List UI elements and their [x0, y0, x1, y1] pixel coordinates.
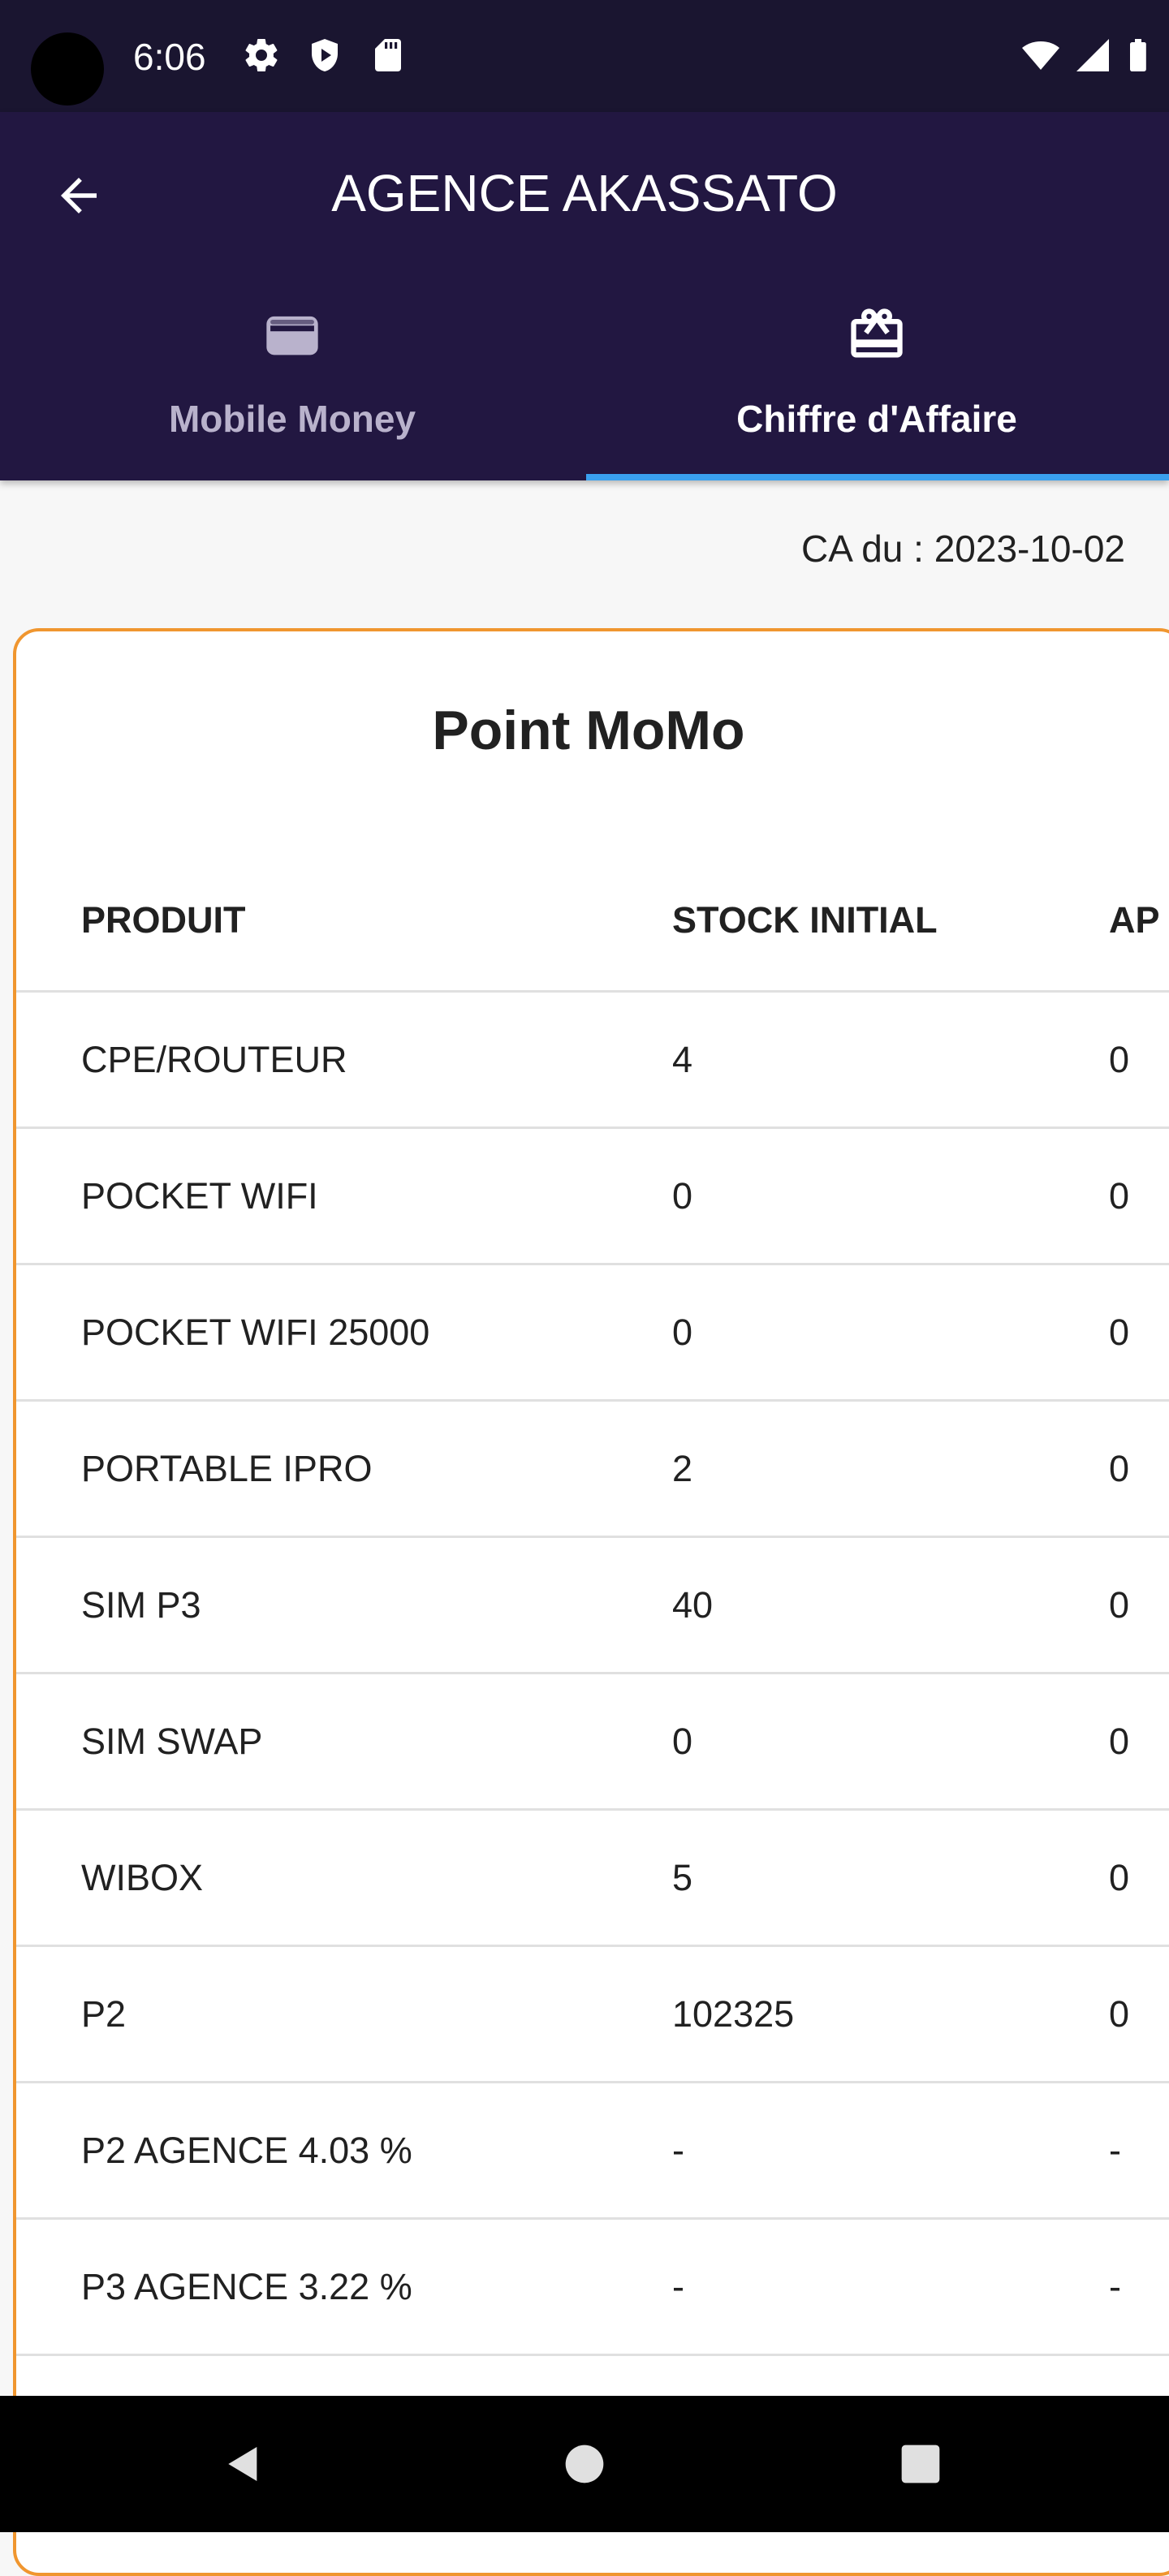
page-title: AGENCE AKASSATO	[331, 164, 838, 222]
tab-mobile-money-icon-wrap	[0, 304, 584, 365]
cell-stock-initial: 0	[672, 1311, 693, 1353]
shield-play-icon	[312, 39, 338, 71]
table-row: POCKET WIFI 0 0	[16, 1129, 1169, 1265]
status-time: 6:06	[133, 36, 206, 78]
cell-stock-initial: 102325	[672, 1992, 795, 2035]
table-row: P2 102325 0	[16, 1947, 1169, 2083]
card-title: Point MoMo	[432, 700, 745, 761]
header-stock-initial: STOCK INITIAL	[672, 899, 938, 941]
revenue-date: CA du : 2023-10-02	[801, 528, 1125, 570]
cell-product: P2	[81, 1992, 127, 2035]
table-header: PRODUIT STOCK INITIAL AP	[16, 839, 1169, 993]
table-row: CPE/ROUTEUR 4 0	[16, 993, 1169, 1129]
home-circle-icon	[565, 2445, 604, 2483]
table-row: SIM SWAP 0 0	[16, 1674, 1169, 1811]
table-row: WIBOX 5 0	[16, 1811, 1169, 1947]
system-nav-bar	[0, 2396, 1169, 2532]
wifi-icon	[1022, 41, 1059, 70]
cell-product: P2 AGENCE 4.03 %	[81, 2129, 412, 2171]
sd-card-icon	[375, 39, 401, 71]
signal-icon	[1076, 39, 1109, 71]
cell-ap: 0	[1109, 1856, 1130, 1898]
cell-ap: 0	[1109, 1720, 1130, 1762]
cell-product: PORTABLE IPRO	[81, 1447, 373, 1489]
tab-mobile-money-label: Mobile Money	[168, 398, 416, 440]
cell-product: POCKET WIFI	[81, 1174, 318, 1217]
cell-product: POCKET WIFI 25000	[81, 1311, 430, 1353]
tab-chiffre-affaire-icon-wrap	[584, 304, 1169, 365]
cell-stock-initial: 4	[672, 1038, 693, 1080]
cell-product: SIM P3	[81, 1583, 201, 1626]
cell-ap: 0	[1109, 1174, 1130, 1217]
nav-home-button[interactable]	[536, 2396, 633, 2532]
cell-ap: 0	[1109, 1992, 1130, 2035]
cell-ap: 0	[1109, 1583, 1130, 1626]
battery-icon	[1130, 39, 1146, 71]
status-bar: 6:06	[0, 0, 1169, 112]
cell-product: WIBOX	[81, 1856, 204, 1898]
wallet-icon	[266, 316, 318, 355]
cell-stock-initial: 40	[672, 1583, 714, 1626]
cell-stock-initial: 2	[672, 1447, 693, 1489]
tab-chiffre-affaire-label: Chiffre d'Affaire	[736, 398, 1017, 440]
table-row: SIM P3 40 0	[16, 1538, 1169, 1674]
cell-ap: 0	[1109, 1447, 1130, 1489]
table-row: P3 AGENCE 3.22 % - -	[16, 2220, 1169, 2356]
cell-ap: -	[1109, 2265, 1121, 2307]
nav-back-button[interactable]	[195, 2396, 292, 2532]
cell-stock-initial: 5	[672, 1856, 693, 1898]
recents-square-icon	[901, 2445, 940, 2483]
table-row: P2 AGENCE 4.03 % - -	[16, 2083, 1169, 2220]
cell-stock-initial: 0	[672, 1720, 693, 1762]
point-momo-card: Point MoMo PRODUIT STOCK INITIAL AP CPE/…	[13, 628, 1169, 2576]
cell-product: CPE/ROUTEUR	[81, 1038, 347, 1080]
gear-icon	[245, 39, 278, 72]
nav-recents-button[interactable]	[872, 2396, 969, 2532]
gift-icon	[851, 308, 903, 358]
cell-stock-initial: -	[672, 2265, 684, 2307]
camera-cutout	[31, 32, 104, 106]
back-triangle-icon	[228, 2447, 257, 2481]
cell-stock-initial: -	[672, 2129, 684, 2171]
header-ap: AP	[1109, 899, 1160, 941]
products-table: PRODUIT STOCK INITIAL AP CPE/ROUTEUR 4 0…	[16, 839, 1169, 2492]
cell-ap: 0	[1109, 1038, 1130, 1080]
header-produit: PRODUIT	[81, 899, 246, 941]
app-bar: AGENCE AKASSATO Mobile Money Chiffre d'A…	[0, 112, 1169, 480]
cell-ap: 0	[1109, 1311, 1130, 1353]
cell-product: P3 AGENCE 3.22 %	[81, 2265, 412, 2307]
table-row: PORTABLE IPRO 2 0	[16, 1402, 1169, 1538]
cell-product: SIM SWAP	[81, 1720, 263, 1762]
cell-stock-initial: 0	[672, 1174, 693, 1217]
cell-ap: -	[1109, 2129, 1121, 2171]
table-row: POCKET WIFI 25000 0 0	[16, 1265, 1169, 1402]
tab-indicator	[586, 474, 1169, 480]
